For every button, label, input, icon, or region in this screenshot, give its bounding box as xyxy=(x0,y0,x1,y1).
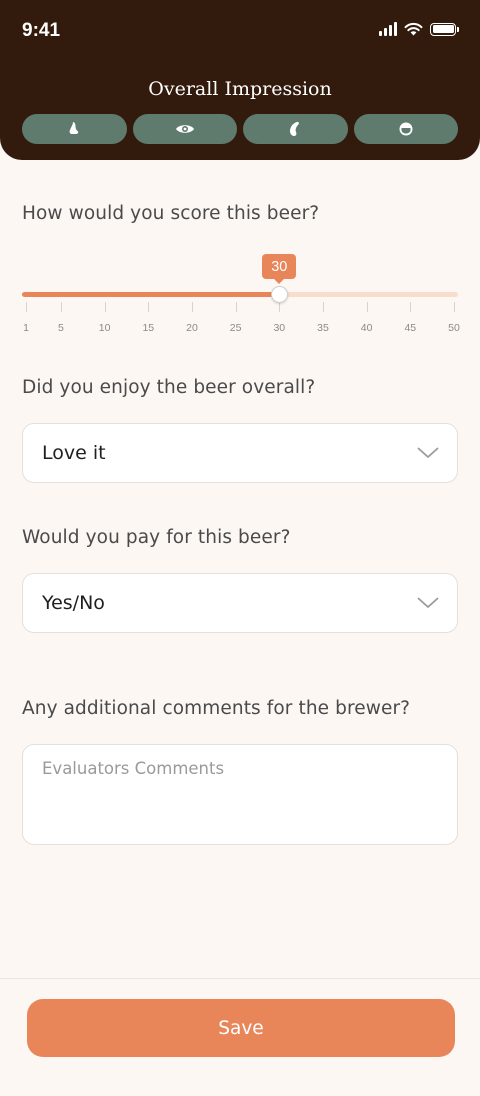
slider-tick xyxy=(410,302,412,312)
save-button[interactable]: Save xyxy=(27,999,455,1057)
slider-tick xyxy=(60,302,62,312)
tab-aroma[interactable] xyxy=(22,114,127,144)
slider-fill xyxy=(22,292,280,297)
footer-divider xyxy=(0,978,480,979)
tab-mouthfeel[interactable] xyxy=(353,114,458,144)
pay-select-value: Yes/No xyxy=(42,592,105,614)
enjoy-select-value: Love it xyxy=(42,442,106,464)
status-icons xyxy=(379,22,459,36)
chevron-down-icon xyxy=(417,447,439,458)
slider-value-bubble: 30 xyxy=(262,254,297,284)
enjoy-select[interactable]: Love it xyxy=(22,423,458,483)
slider-tick-label: 45 xyxy=(404,322,417,334)
slider-tick-label: 5 xyxy=(58,322,64,334)
slider-tick xyxy=(26,302,27,312)
header: 9:41 Overall Impression xyxy=(0,0,480,160)
status-time: 9:41 xyxy=(22,20,61,41)
chevron-down-icon xyxy=(417,597,439,608)
tab-appearance[interactable] xyxy=(132,114,237,144)
slider-tick-label: 50 xyxy=(448,322,460,334)
wifi-icon xyxy=(404,22,423,36)
slider-tick xyxy=(148,302,150,312)
eye-icon xyxy=(175,125,194,133)
slider-tick-label: 30 xyxy=(273,322,286,334)
slider-tick-label: 20 xyxy=(186,322,198,334)
enjoy-question: Did you enjoy the beer overall? xyxy=(22,377,316,398)
slider-tick xyxy=(191,302,193,312)
slider-tick xyxy=(366,302,368,312)
slider-tick-label: 25 xyxy=(229,322,242,334)
slider-tick xyxy=(235,302,237,312)
taste-icon xyxy=(290,121,300,136)
slider-tick xyxy=(322,302,324,312)
score-slider[interactable]: 1 5 10 15 20 25 30 35 40 45 50 30 xyxy=(22,250,460,340)
pay-question: Would you pay for this beer? xyxy=(22,527,291,548)
slider-tick xyxy=(454,302,455,312)
slider-tick-label: 10 xyxy=(98,322,111,334)
pay-select[interactable]: Yes/No xyxy=(22,573,458,633)
slider-thumb[interactable] xyxy=(270,286,288,303)
slider-tick-label: 40 xyxy=(360,322,373,334)
nose-icon xyxy=(69,122,79,134)
page-title: Overall Impression xyxy=(148,78,332,100)
slider-tick-label: 1 xyxy=(23,322,29,334)
category-tabs xyxy=(22,114,458,144)
slider-tick xyxy=(104,302,106,312)
slider-tick-label: 35 xyxy=(317,322,329,334)
battery-icon xyxy=(430,22,459,36)
comments-textarea[interactable] xyxy=(22,744,458,845)
comments-question: Any additional comments for the brewer? xyxy=(22,698,411,719)
score-question: How would you score this beer? xyxy=(22,203,320,224)
slider-tick-label: 15 xyxy=(142,322,155,334)
slider-tick xyxy=(279,302,281,312)
tab-flavor[interactable] xyxy=(243,114,348,144)
signal-icon xyxy=(379,22,397,36)
mouthfeel-icon xyxy=(399,122,413,136)
